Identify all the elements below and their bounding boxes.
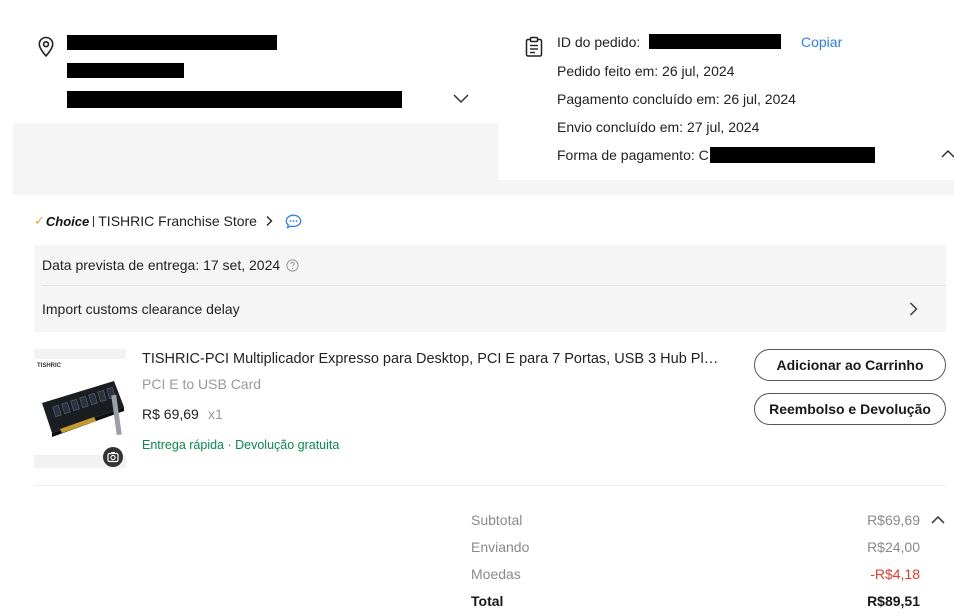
product-price: R$ 69,69 (142, 406, 199, 422)
product-service-tags: Entrega rápida · Devolução gratuita (142, 438, 340, 452)
chevron-up-icon[interactable] (940, 148, 954, 160)
shipping-label: Enviando (471, 539, 530, 555)
camera-icon (107, 452, 119, 463)
redacted-phone (67, 63, 184, 78)
subtotal-value: R$69,69 (867, 512, 920, 528)
total-value: R$89,51 (867, 593, 920, 609)
payment-method-label: Forma de pagamento: C (557, 147, 709, 163)
chat-bubble-icon[interactable] (285, 214, 302, 229)
product-image-canvas: TISHRIC (34, 359, 126, 455)
chevron-right-icon[interactable] (265, 215, 273, 227)
coins-label: Moedas (471, 566, 521, 582)
subtotal-label: Subtotal (471, 512, 523, 528)
product-title-link[interactable]: TISHRIC-PCI Multiplicador Expresso para … (142, 351, 726, 367)
product-variant: PCI E to USB Card (142, 376, 262, 392)
pcie-card-illustration (42, 381, 124, 437)
delivery-estimate-row: Data prevista de entrega: 17 set, 2024 (42, 257, 299, 273)
add-to-cart-button[interactable]: Adicionar ao Carrinho (754, 349, 946, 381)
store-separator (93, 215, 95, 227)
delivery-divider (42, 285, 946, 286)
chevron-up-icon[interactable] (930, 514, 946, 526)
refund-return-button[interactable]: Reembolso e Devolução (754, 393, 946, 425)
delivery-estimate-text: Data prevista de entrega: 17 set, 2024 (42, 257, 281, 273)
total-label: Total (471, 593, 504, 609)
redacted-payment-method (710, 147, 875, 163)
chevron-down-icon[interactable] (452, 92, 470, 104)
redacted-recipient-name (67, 35, 277, 50)
coins-discount-value: -R$4,18 (870, 566, 920, 582)
store-name-link[interactable]: TISHRIC Franchise Store (98, 213, 257, 229)
product-quantity: x1 (208, 406, 223, 422)
store-header: ✓ Choice TISHRIC Franchise Store (34, 211, 302, 231)
help-circle-icon[interactable] (286, 258, 299, 272)
order-placed-date: Pedido feito em: 26 jul, 2024 (557, 63, 735, 79)
redacted-order-id (649, 34, 781, 49)
section-divider (34, 485, 946, 486)
redacted-street-address (67, 91, 402, 108)
shipping-value: R$24,00 (867, 539, 920, 555)
delivery-info-panel: Data prevista de entrega: 17 set, 2024 I… (34, 245, 946, 332)
copy-order-id-link[interactable]: Copiar (801, 34, 842, 50)
choice-badge: Choice (45, 213, 90, 229)
shipping-completed-date: Envio concluído em: 27 jul, 2024 (557, 119, 760, 135)
location-pin-icon (37, 36, 55, 58)
payment-completed-date: Pagamento concluído em: 26 jul, 2024 (557, 91, 796, 107)
clipboard-icon (524, 36, 544, 58)
customs-delay-link[interactable]: Import customs clearance delay (42, 301, 240, 317)
choice-check-icon: ✓ (34, 213, 45, 228)
order-id-label: ID do pedido: (557, 34, 641, 50)
image-search-button[interactable] (103, 447, 123, 467)
chevron-right-icon[interactable] (908, 301, 918, 317)
